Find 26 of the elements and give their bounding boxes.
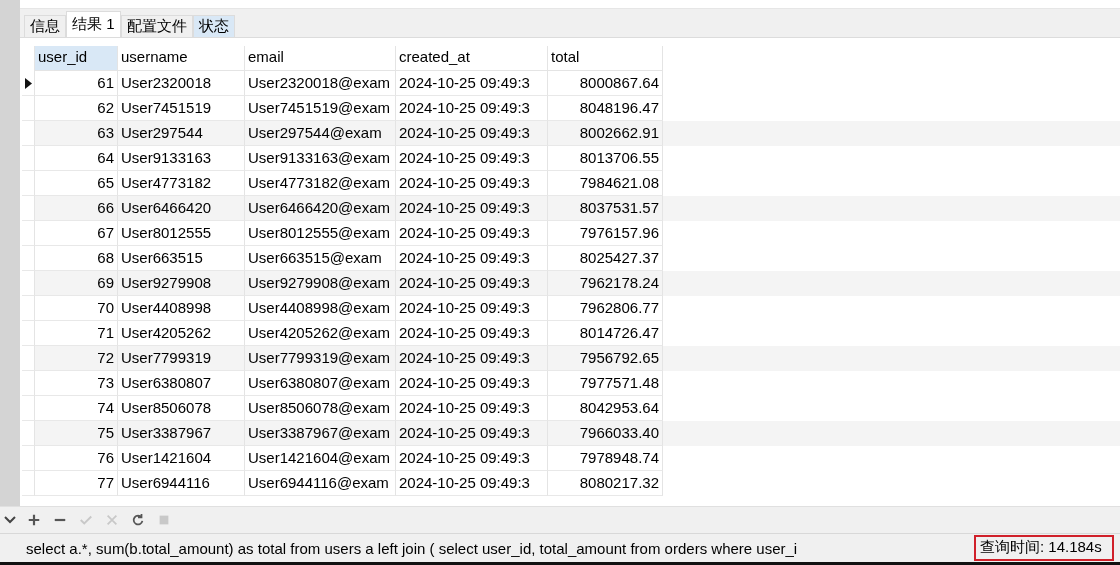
query-text: select a.*, sum(b.total_amount) as total from users a left join ( select user_id, total_amount from orders where user_i <box>25 539 799 557</box>
table-cell: 77 <box>35 471 118 496</box>
tab[interactable]: 配置文件 <box>120 15 193 37</box>
tab[interactable]: 状态 <box>192 15 235 37</box>
tab[interactable]: 结果 1 <box>66 11 121 37</box>
current-row-icon <box>24 77 32 89</box>
tab[interactable]: 信息 <box>24 15 66 37</box>
table-row[interactable]: 69 User9279908 User9279908@exam 2024-10-25 09:49:3 7962178.24 <box>22 271 1120 296</box>
chevron-down-icon[interactable] <box>4 516 16 524</box>
table-cell: User6944116@exam <box>245 471 396 496</box>
column-header[interactable]: email <box>245 46 396 71</box>
query-time: 查询时间: 14.184s <box>974 535 1114 561</box>
column-header[interactable]: username <box>118 46 245 71</box>
table-row[interactable]: 66 User6466420 User6466420@exam 2024-10-25 09:49:3 8037531.57 <box>22 196 1120 221</box>
column-header[interactable]: user_id <box>35 46 118 71</box>
plus-icon[interactable] <box>26 512 42 528</box>
table-row[interactable]: 63 User297544 User297544@exam 2024-10-25 09:49:3 8002662.91 <box>22 121 1120 146</box>
column-header[interactable]: created_at <box>396 46 548 71</box>
table-cell: User6944116 <box>118 471 245 496</box>
table-row[interactable]: 75 User3387967 User3387967@exam 2024-10-25 09:49:3 7966033.40 <box>22 421 1120 446</box>
table-row[interactable]: 72 User7799319 User7799319@exam 2024-10-25 09:49:3 7956792.65 <box>22 346 1120 371</box>
table-cell: 8080217.32 <box>548 471 663 496</box>
row-header[interactable] <box>22 71 35 96</box>
table-cell: 2024-10-25 09:49:3 <box>396 471 548 496</box>
column-header[interactable]: total <box>548 46 663 71</box>
refresh-icon[interactable] <box>130 512 146 528</box>
